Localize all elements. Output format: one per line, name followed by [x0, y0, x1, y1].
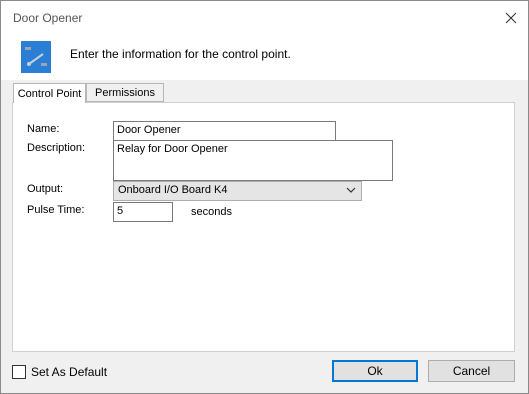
pulse-time-input[interactable]: 5: [113, 202, 173, 222]
name-input[interactable]: Door Opener: [113, 121, 336, 141]
title-bar: Door Opener: [1, 1, 528, 35]
ok-label: Ok: [367, 364, 383, 378]
pulse-units-label: seconds: [191, 206, 232, 218]
pulse-time-value: 5: [117, 205, 124, 217]
control-point-panel: Name: Door Opener Description: Relay for…: [12, 102, 515, 352]
name-value: Door Opener: [117, 124, 181, 136]
close-icon: [505, 12, 517, 24]
set-as-default-label: Set As Default: [31, 365, 108, 379]
header-instruction: Enter the information for the control po…: [70, 47, 291, 61]
pulse-time-label: Pulse Time:: [27, 204, 85, 216]
output-label: Output:: [27, 183, 64, 195]
cancel-label: Cancel: [452, 364, 491, 378]
tab-control-point[interactable]: Control Point: [13, 83, 86, 103]
checkbox-box[interactable]: [12, 365, 26, 379]
output-select[interactable]: Onboard I/O Board K4: [113, 181, 362, 201]
set-as-default-checkbox[interactable]: Set As Default: [12, 365, 107, 379]
tab-label: Permissions: [95, 86, 155, 99]
tab-label: Control Point: [17, 87, 82, 100]
chevron-down-icon: [346, 187, 356, 193]
tab-permissions[interactable]: Permissions: [86, 83, 164, 102]
cancel-button[interactable]: Cancel: [428, 360, 515, 382]
description-input[interactable]: Relay for Door Opener: [113, 140, 393, 181]
close-button[interactable]: [494, 1, 528, 35]
relay-switch-icon: [21, 41, 51, 73]
dialog-window: Door Opener Enter the information for th…: [0, 0, 529, 394]
output-value: Onboard I/O Board K4: [118, 184, 228, 196]
name-label: Name:: [27, 123, 60, 135]
window-title: Door Opener: [13, 11, 83, 25]
description-value: Relay for Door Opener: [117, 143, 228, 155]
description-label: Description:: [27, 142, 86, 154]
ok-button[interactable]: Ok: [332, 360, 418, 382]
